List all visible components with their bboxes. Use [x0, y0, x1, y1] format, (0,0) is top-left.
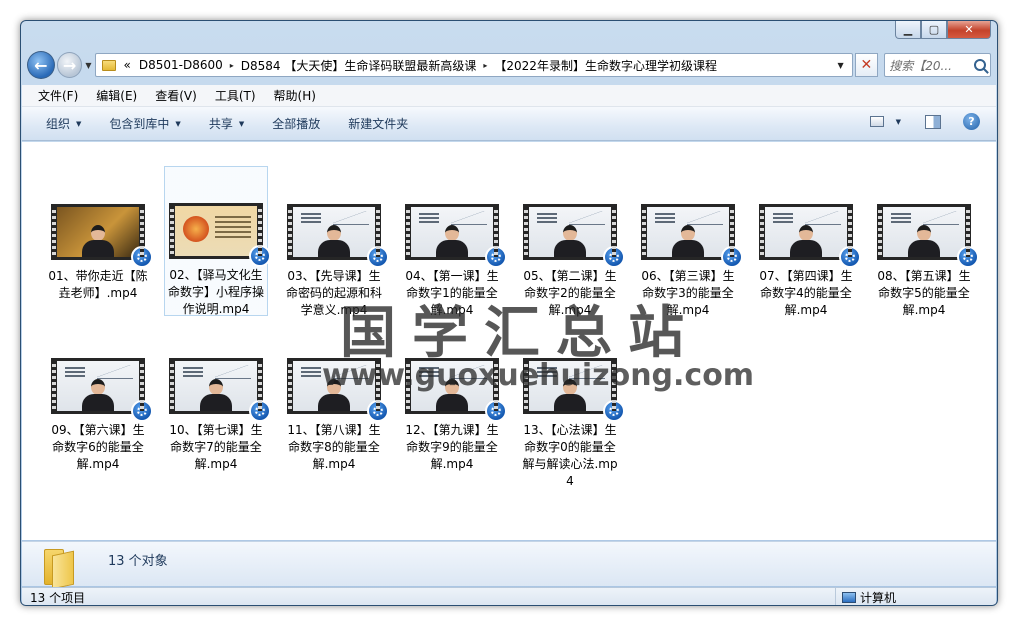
media-player-badge-icon: [603, 246, 625, 268]
navigation-bar: ← → ▼ « D8501-D8600 ▸ D8584 【大天使】生命译码联盟最…: [27, 49, 991, 81]
media-player-badge-icon: [839, 246, 861, 268]
video-thumbnail: [51, 204, 153, 268]
video-thumbnail: [169, 358, 271, 422]
menu-view[interactable]: 查看(V): [155, 87, 197, 104]
chevron-down-icon: ▼: [175, 119, 181, 128]
include-in-library-button[interactable]: 包含到库中 ▼: [109, 115, 180, 132]
forward-button[interactable]: →: [56, 52, 83, 78]
object-count: 13 个对象: [108, 554, 168, 569]
video-thumbnail: [641, 204, 743, 268]
maximize-button[interactable]: ▢: [921, 21, 947, 39]
close-button[interactable]: ✕: [947, 21, 991, 39]
file-name: 07、【第四课】生命数字4的能量全解.mp4: [759, 269, 853, 317]
media-player-badge-icon: [367, 246, 389, 268]
minimize-button[interactable]: ▁: [895, 21, 921, 39]
file-name: 09、【第六课】生命数字6的能量全解.mp4: [51, 423, 145, 471]
video-thumbnail: [759, 204, 861, 268]
file-name: 08、【第五课】生命数字5的能量全解.mp4: [877, 269, 971, 317]
file-name: 10、【第七课】生命数字7的能量全解.mp4: [169, 423, 263, 471]
breadcrumb-item[interactable]: D8584 【大天使】生命译码联盟最新高级课: [237, 57, 481, 74]
media-player-badge-icon: [249, 245, 271, 267]
video-thumbnail: [523, 204, 625, 268]
stop-button[interactable]: ✕: [854, 53, 879, 77]
menu-tools[interactable]: 工具(T): [215, 87, 256, 104]
folder-icon: [44, 549, 76, 590]
close-icon: ✕: [860, 57, 873, 73]
video-thumbnail: [877, 204, 979, 268]
file-item[interactable]: 09、【第六课】生命数字6的能量全解.mp4: [46, 322, 153, 473]
media-player-badge-icon: [603, 400, 625, 422]
status-location: 计算机: [836, 589, 897, 605]
search-icon[interactable]: [974, 59, 986, 71]
file-item[interactable]: 07、【第四课】生命数字4的能量全解.mp4: [754, 168, 861, 319]
explorer-window: ▁ ▢ ✕ ← → ▼ « D8501-D8600 ▸ D8584 【大天使】生…: [20, 20, 998, 606]
search-placeholder: 搜索【20...: [889, 58, 952, 73]
file-item[interactable]: 10、【第七课】生命数字7的能量全解.mp4: [164, 322, 271, 473]
menu-file[interactable]: 文件(F): [38, 87, 78, 104]
media-player-badge-icon: [721, 246, 743, 268]
folder-icon: [101, 59, 116, 71]
file-name: 13、【心法课】生命数字0的能量全解与解读心法.mp4: [522, 423, 618, 488]
breadcrumb-separator-icon[interactable]: ▸: [227, 61, 237, 70]
media-player-badge-icon: [249, 400, 271, 422]
organize-label: 组织: [46, 117, 71, 131]
media-player-badge-icon: [131, 246, 153, 268]
address-dropdown-icon[interactable]: ▼: [832, 56, 850, 74]
status-bar: 13 个项目 计算机: [22, 587, 996, 605]
video-thumbnail: [405, 204, 507, 268]
watermark-url: www.guoxuehuizong.com: [322, 358, 755, 393]
chevron-down-icon: ▼: [76, 119, 82, 128]
file-item[interactable]: 08、【第五课】生命数字5的能量全解.mp4: [872, 168, 979, 319]
share-label: 共享: [208, 117, 233, 131]
arrow-right-icon: →: [62, 55, 77, 75]
video-thumbnail: [287, 204, 389, 268]
preview-pane-icon[interactable]: [925, 114, 941, 129]
file-name: 12、【第九课】生命数字9的能量全解.mp4: [405, 423, 499, 471]
video-thumbnail: [169, 203, 271, 267]
arrow-left-icon: ←: [34, 55, 48, 75]
menu-bar: 文件(F) 编辑(E) 查看(V) 工具(T) 帮助(H): [22, 85, 996, 107]
back-button[interactable]: ←: [27, 51, 55, 79]
video-thumbnail: [51, 358, 153, 422]
change-view-icon[interactable]: [869, 116, 884, 127]
file-item[interactable]: 02、【驿马文化生命数字】小程序操作说明.mp4: [164, 166, 271, 316]
menu-help[interactable]: 帮助(H): [274, 87, 316, 104]
watermark-text: 国学汇总站: [340, 300, 700, 366]
menu-edit[interactable]: 编辑(E): [96, 87, 137, 104]
help-icon[interactable]: ?: [963, 113, 980, 130]
include-in-library-label: 包含到库中: [109, 117, 170, 131]
command-bar: 组织 ▼ 包含到库中 ▼ 共享 ▼ 全部播放 新建文件夹 ▼ ?: [22, 107, 996, 141]
recent-pages-dropdown[interactable]: ▼: [85, 61, 91, 70]
breadcrumb-overflow[interactable]: «: [120, 58, 135, 72]
status-location-label: 计算机: [860, 591, 897, 605]
breadcrumb-separator-icon[interactable]: ▸: [480, 61, 490, 70]
breadcrumb-item[interactable]: 【2022年录制】生命数字心理学初级课程: [490, 57, 721, 74]
details-pane: 13 个对象: [22, 541, 996, 590]
search-input[interactable]: 搜索【20...: [884, 53, 991, 77]
file-name: 02、【驿马文化生命数字】小程序操作说明.mp4: [167, 268, 264, 316]
play-all-button[interactable]: 全部播放: [272, 115, 320, 132]
status-item-count: 13 个项目: [22, 588, 836, 605]
chevron-down-icon: ▼: [238, 119, 245, 128]
media-player-badge-icon: [131, 400, 153, 422]
share-button[interactable]: 共享 ▼: [209, 115, 244, 132]
media-player-badge-icon: [957, 246, 979, 268]
organize-button[interactable]: 组织 ▼: [46, 115, 81, 132]
breadcrumb-item[interactable]: D8501-D8600: [135, 58, 227, 72]
view-options-dropdown-icon[interactable]: ▼: [896, 118, 901, 126]
file-name: 11、【第八课】生命数字8的能量全解.mp4: [287, 423, 381, 471]
computer-icon: [842, 592, 856, 603]
window-controls: ▁ ▢ ✕: [895, 21, 991, 39]
file-name: 01、带你走近【陈垚老师】.mp4: [48, 269, 148, 300]
media-player-badge-icon: [485, 400, 507, 422]
media-player-badge-icon: [485, 246, 507, 268]
view-controls: ▼ ?: [869, 113, 980, 130]
new-folder-button[interactable]: 新建文件夹: [348, 115, 408, 132]
address-bar[interactable]: « D8501-D8600 ▸ D8584 【大天使】生命译码联盟最新高级课 ▸…: [94, 53, 853, 77]
file-list: 01、带你走近【陈垚老师】.mp4 02、【驿马文化生命数字】小程序操作说明.mp…: [22, 142, 996, 540]
file-item[interactable]: 01、带你走近【陈垚老师】.mp4: [46, 168, 153, 302]
media-player-badge-icon: [367, 400, 389, 422]
